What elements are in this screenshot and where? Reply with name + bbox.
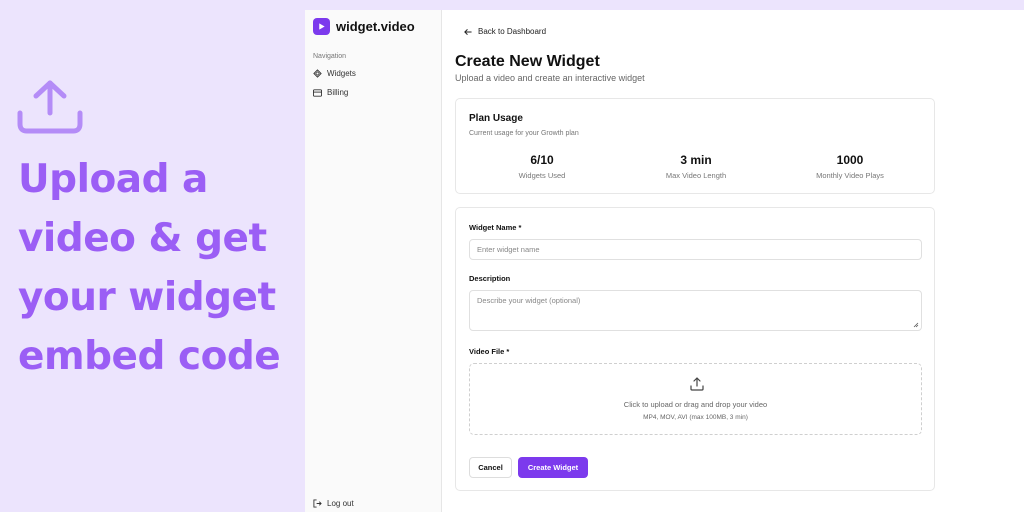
brand-name: widget.video — [336, 19, 415, 34]
stat-value: 6/10 — [530, 153, 554, 167]
sidebar: widget.video Navigation Widgets Billing … — [305, 10, 442, 512]
sidebar-item-widgets[interactable]: Widgets — [313, 69, 356, 78]
resize-handle-icon[interactable] — [913, 322, 919, 328]
plan-usage-card: Plan Usage Current usage for your Growth… — [455, 98, 935, 194]
plan-usage-subtitle: Current usage for your Growth plan — [469, 130, 579, 137]
stat-max-video-length: 3 min Max Video Length — [616, 153, 776, 180]
promo-line: Upload a — [18, 157, 208, 202]
video-file-label: Video File * — [469, 347, 510, 356]
description-textarea[interactable]: Describe your widget (optional) — [469, 290, 922, 331]
description-placeholder: Describe your widget (optional) — [477, 296, 581, 305]
back-link[interactable]: Back to Dashboard — [464, 27, 546, 36]
arrow-left-icon — [464, 28, 472, 35]
stat-label: Widgets Used — [518, 171, 566, 180]
stat-monthly-plays: 1000 Monthly Video Plays — [770, 153, 930, 180]
main-content: Back to Dashboard Create New Widget Uplo… — [442, 10, 1024, 512]
logout-label: Log out — [327, 499, 354, 508]
page-subtitle: Upload a video and create an interactive… — [455, 73, 645, 83]
dropzone-instructions: Click to upload or drag and drop your vi… — [623, 400, 768, 409]
video-dropzone[interactable]: Click to upload or drag and drop your vi… — [469, 363, 922, 435]
stat-label: Monthly Video Plays — [816, 171, 884, 180]
stat-label: Max Video Length — [665, 171, 727, 180]
dropzone-formats: MP4, MOV, AVI (max 100MB, 3 min) — [643, 414, 748, 421]
stat-value: 1000 — [836, 153, 864, 167]
plan-usage-title: Plan Usage — [469, 113, 523, 124]
back-label: Back to Dashboard — [478, 27, 547, 36]
upload-icon — [690, 377, 704, 391]
promo-headline: Upload a video & get your widget embed c… — [18, 150, 303, 386]
logout-button[interactable]: Log out — [313, 499, 354, 508]
promo-line: embed code — [18, 334, 281, 379]
sidebar-item-billing[interactable]: Billing — [313, 88, 348, 97]
widget-form: Widget Name * Enter widget name Descript… — [455, 207, 935, 491]
stat-widgets-used: 6/10 Widgets Used — [462, 153, 622, 180]
play-icon — [313, 18, 330, 35]
widgets-icon — [313, 69, 322, 78]
description-label: Description — [469, 274, 511, 283]
widget-name-input[interactable]: Enter widget name — [469, 239, 922, 260]
credit-card-icon — [313, 88, 322, 97]
app-window: widget.video Navigation Widgets Billing … — [305, 10, 1024, 512]
create-widget-button[interactable]: Create Widget — [518, 457, 588, 478]
page-title: Create New Widget — [455, 53, 600, 70]
sidebar-item-label: Widgets — [327, 69, 356, 78]
promo-line: video & get — [18, 216, 267, 261]
promo-line: your widget — [18, 275, 276, 320]
nav-heading: Navigation — [313, 53, 347, 60]
widget-name-label: Widget Name * — [469, 223, 522, 232]
brand[interactable]: widget.video — [313, 18, 415, 35]
upload-icon — [17, 80, 83, 134]
sidebar-item-label: Billing — [327, 88, 349, 97]
promo-panel: Upload a video & get your widget embed c… — [0, 0, 305, 512]
stat-value: 3 min — [680, 153, 712, 167]
cancel-button[interactable]: Cancel — [469, 457, 512, 478]
logout-icon — [313, 499, 322, 508]
